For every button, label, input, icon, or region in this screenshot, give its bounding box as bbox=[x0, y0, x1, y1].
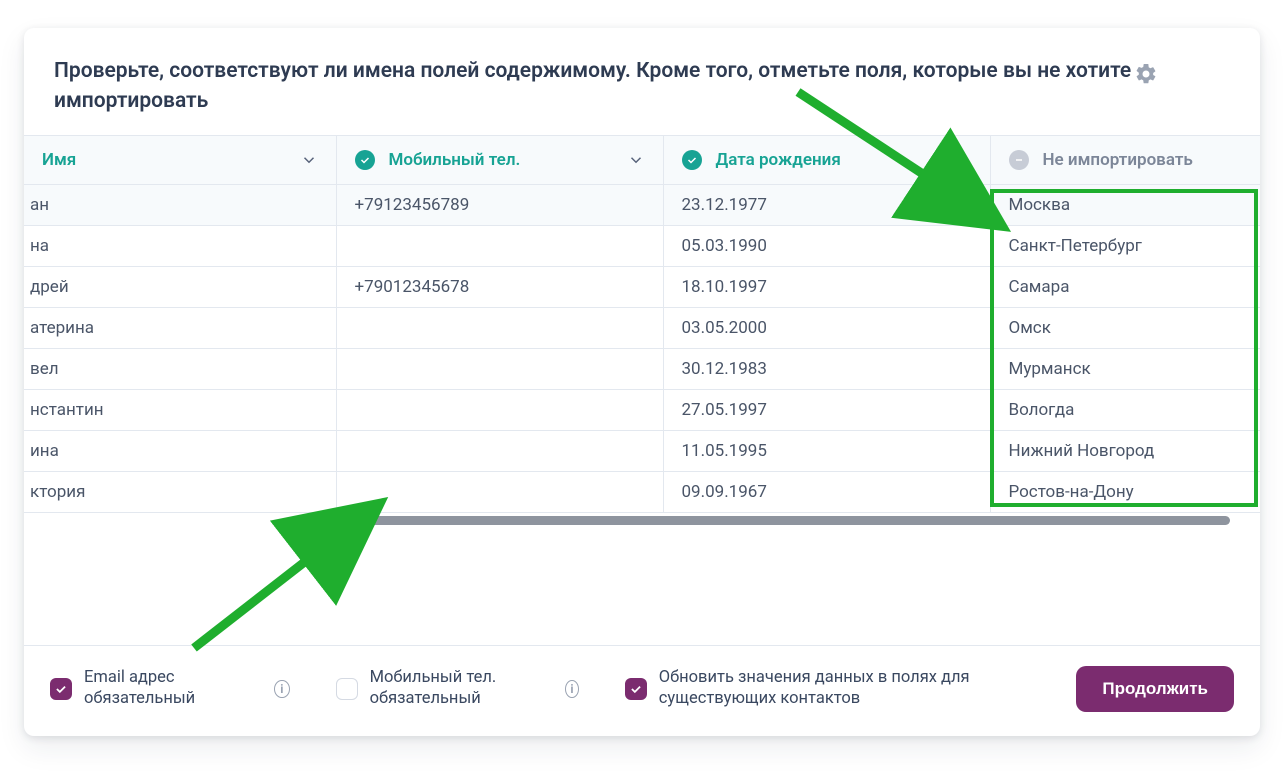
table-cell: 09.09.1967 bbox=[663, 471, 990, 512]
table-cell: 11.05.1995 bbox=[663, 430, 990, 471]
column-header-dob[interactable]: Дата рождения bbox=[663, 135, 990, 184]
option-phone-required[interactable]: Мобильный тел. обязательный i bbox=[336, 668, 579, 709]
table-cell: Москва bbox=[990, 184, 1260, 225]
table-cell bbox=[336, 389, 663, 430]
table-cell: Вологда bbox=[990, 389, 1260, 430]
table-cell: на bbox=[24, 225, 336, 266]
table-cell bbox=[336, 471, 663, 512]
table-row: ктория 09.09.1967Ростов-на-Дону bbox=[24, 471, 1260, 512]
table-cell: 30.12.1983 bbox=[663, 348, 990, 389]
minus-circle-icon bbox=[1009, 150, 1029, 170]
table-cell: +79012345678 bbox=[336, 266, 663, 307]
option-label: Обновить значения данных в полях для сущ… bbox=[659, 668, 985, 709]
mapping-table-wrap: Имя Мобильный тел. bbox=[24, 135, 1260, 527]
table-row: ина 11.05.1995Нижний Новгород bbox=[24, 430, 1260, 471]
table-cell: атерина bbox=[24, 307, 336, 348]
column-header-name[interactable]: Имя bbox=[24, 135, 336, 184]
table-cell bbox=[336, 225, 663, 266]
card-header: Проверьте, соответствуют ли имена полей … bbox=[24, 28, 1260, 135]
horizontal-scrollbar[interactable] bbox=[36, 513, 1248, 527]
info-icon[interactable]: i bbox=[565, 680, 579, 698]
page-title: Проверьте, соответствуют ли имена полей … bbox=[54, 56, 1134, 117]
table-header-row: Имя Мобильный тел. bbox=[24, 135, 1260, 184]
checkbox-checked-icon[interactable] bbox=[50, 678, 72, 700]
option-label: Мобильный тел. обязательный bbox=[370, 668, 547, 709]
option-update-existing[interactable]: Обновить значения данных в полях для сущ… bbox=[625, 668, 985, 709]
table-cell: 03.05.2000 bbox=[663, 307, 990, 348]
table-cell: +79123456789 bbox=[336, 184, 663, 225]
mapping-table: Имя Мобильный тел. bbox=[24, 135, 1260, 513]
table-cell: Нижний Новгород bbox=[990, 430, 1260, 471]
table-row: на 05.03.1990Санкт-Петербург bbox=[24, 225, 1260, 266]
chevron-down-icon bbox=[300, 151, 318, 169]
table-cell bbox=[336, 348, 663, 389]
table-cell: 27.05.1997 bbox=[663, 389, 990, 430]
table-cell: Омск bbox=[990, 307, 1260, 348]
column-header-noimport[interactable]: Не импортировать bbox=[990, 135, 1260, 184]
table-cell: 18.10.1997 bbox=[663, 266, 990, 307]
option-label: Email адрес обязательный bbox=[84, 668, 256, 709]
chevron-down-icon bbox=[954, 151, 972, 169]
table-row: дрей+7901234567818.10.1997Самара bbox=[24, 266, 1260, 307]
table-row: атерина 03.05.2000Омск bbox=[24, 307, 1260, 348]
footer-bar: Email адрес обязательный i Мобильный тел… bbox=[24, 645, 1260, 736]
column-header-phone[interactable]: Мобильный тел. bbox=[336, 135, 663, 184]
column-header-label: Мобильный тел. bbox=[389, 150, 627, 170]
option-email-required[interactable]: Email адрес обязательный i bbox=[50, 668, 290, 709]
table-row: вел 30.12.1983Мурманск bbox=[24, 348, 1260, 389]
checkbox-checked-icon[interactable] bbox=[625, 678, 647, 700]
table-cell: Ростов-на-Дону bbox=[990, 471, 1260, 512]
table-cell: нстантин bbox=[24, 389, 336, 430]
chevron-down-icon bbox=[627, 151, 645, 169]
table-cell: 05.03.1990 bbox=[663, 225, 990, 266]
table-row: ан+7912345678923.12.1977Москва bbox=[24, 184, 1260, 225]
table-cell: дрей bbox=[24, 266, 336, 307]
import-mapping-card: Проверьте, соответствуют ли имена полей … bbox=[24, 28, 1260, 736]
table-cell: Санкт-Петербург bbox=[990, 225, 1260, 266]
table-row: нстантин 27.05.1997Вологда bbox=[24, 389, 1260, 430]
table-cell bbox=[336, 307, 663, 348]
table-cell: Самара bbox=[990, 266, 1260, 307]
table-cell: ан bbox=[24, 184, 336, 225]
gear-icon[interactable] bbox=[1134, 62, 1158, 86]
column-header-label: Дата рождения bbox=[716, 150, 954, 170]
scrollbar-thumb[interactable] bbox=[336, 516, 1230, 525]
table-cell: 23.12.1977 bbox=[663, 184, 990, 225]
continue-button[interactable]: Продолжить bbox=[1076, 666, 1234, 712]
info-icon[interactable]: i bbox=[274, 680, 289, 698]
column-header-label: Имя bbox=[42, 150, 300, 170]
table-cell bbox=[336, 430, 663, 471]
table-cell: вел bbox=[24, 348, 336, 389]
column-header-label: Не импортировать bbox=[1043, 150, 1243, 170]
check-circle-icon bbox=[355, 150, 375, 170]
checkbox-unchecked-icon[interactable] bbox=[336, 678, 358, 700]
check-circle-icon bbox=[682, 150, 702, 170]
table-cell: ина bbox=[24, 430, 336, 471]
table-cell: ктория bbox=[24, 471, 336, 512]
table-cell: Мурманск bbox=[990, 348, 1260, 389]
